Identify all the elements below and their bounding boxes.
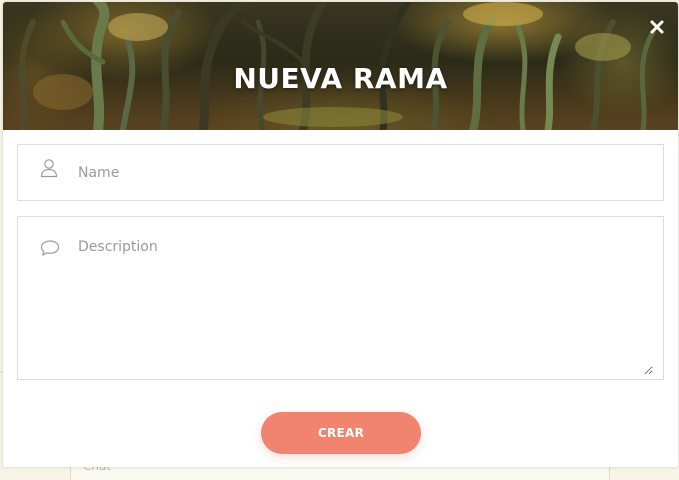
name-input[interactable] <box>78 162 653 184</box>
new-branch-modal: NUEVA RAMA CREAR <box>3 2 678 467</box>
close-icon[interactable] <box>648 18 666 36</box>
speech-bubble-icon <box>40 239 60 261</box>
modal-title: NUEVA RAMA <box>233 62 448 95</box>
close-button[interactable] <box>648 18 666 36</box>
modal-header-banner: NUEVA RAMA <box>3 2 678 130</box>
description-textarea[interactable] <box>78 239 653 375</box>
create-button[interactable]: CREAR <box>261 412 421 454</box>
name-field[interactable] <box>17 144 664 201</box>
user-icon <box>40 158 58 182</box>
description-field[interactable] <box>17 216 664 380</box>
